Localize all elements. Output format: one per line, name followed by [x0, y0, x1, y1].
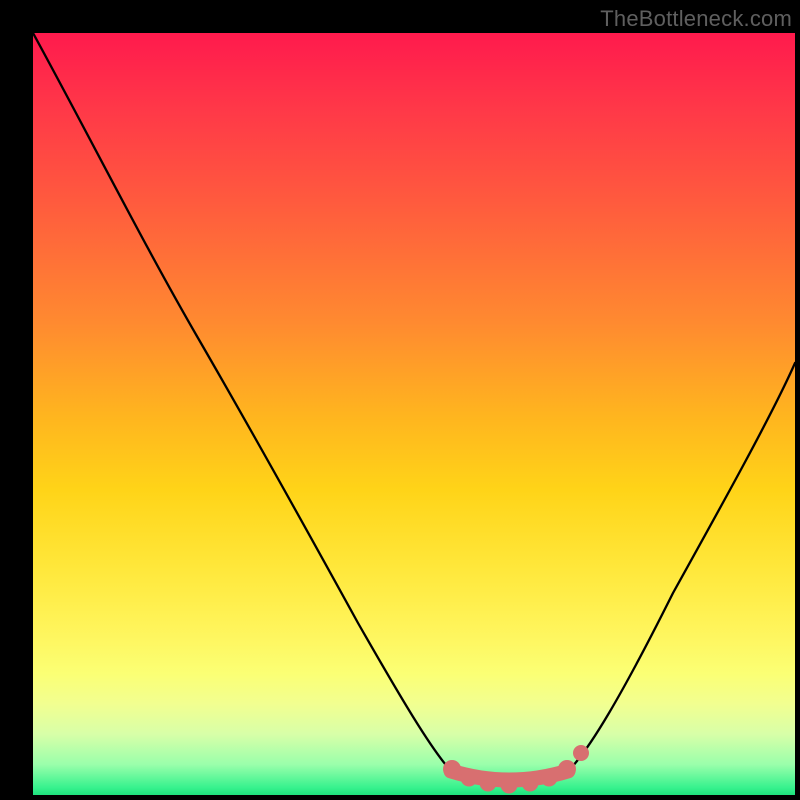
right-curve — [566, 363, 795, 773]
marker-dot — [522, 775, 539, 792]
marker-dot — [480, 775, 497, 792]
curves-svg — [33, 33, 795, 795]
marker-dot — [461, 770, 478, 787]
plot-area — [33, 33, 795, 795]
watermark-text: TheBottleneck.com — [600, 6, 792, 32]
marker-dot — [558, 760, 576, 778]
chart-frame: TheBottleneck.com — [0, 0, 800, 800]
marker-dot — [541, 770, 558, 787]
marker-dot — [443, 760, 461, 778]
marker-dot — [501, 777, 518, 794]
left-curve — [33, 33, 453, 773]
marker-dot — [573, 745, 589, 761]
